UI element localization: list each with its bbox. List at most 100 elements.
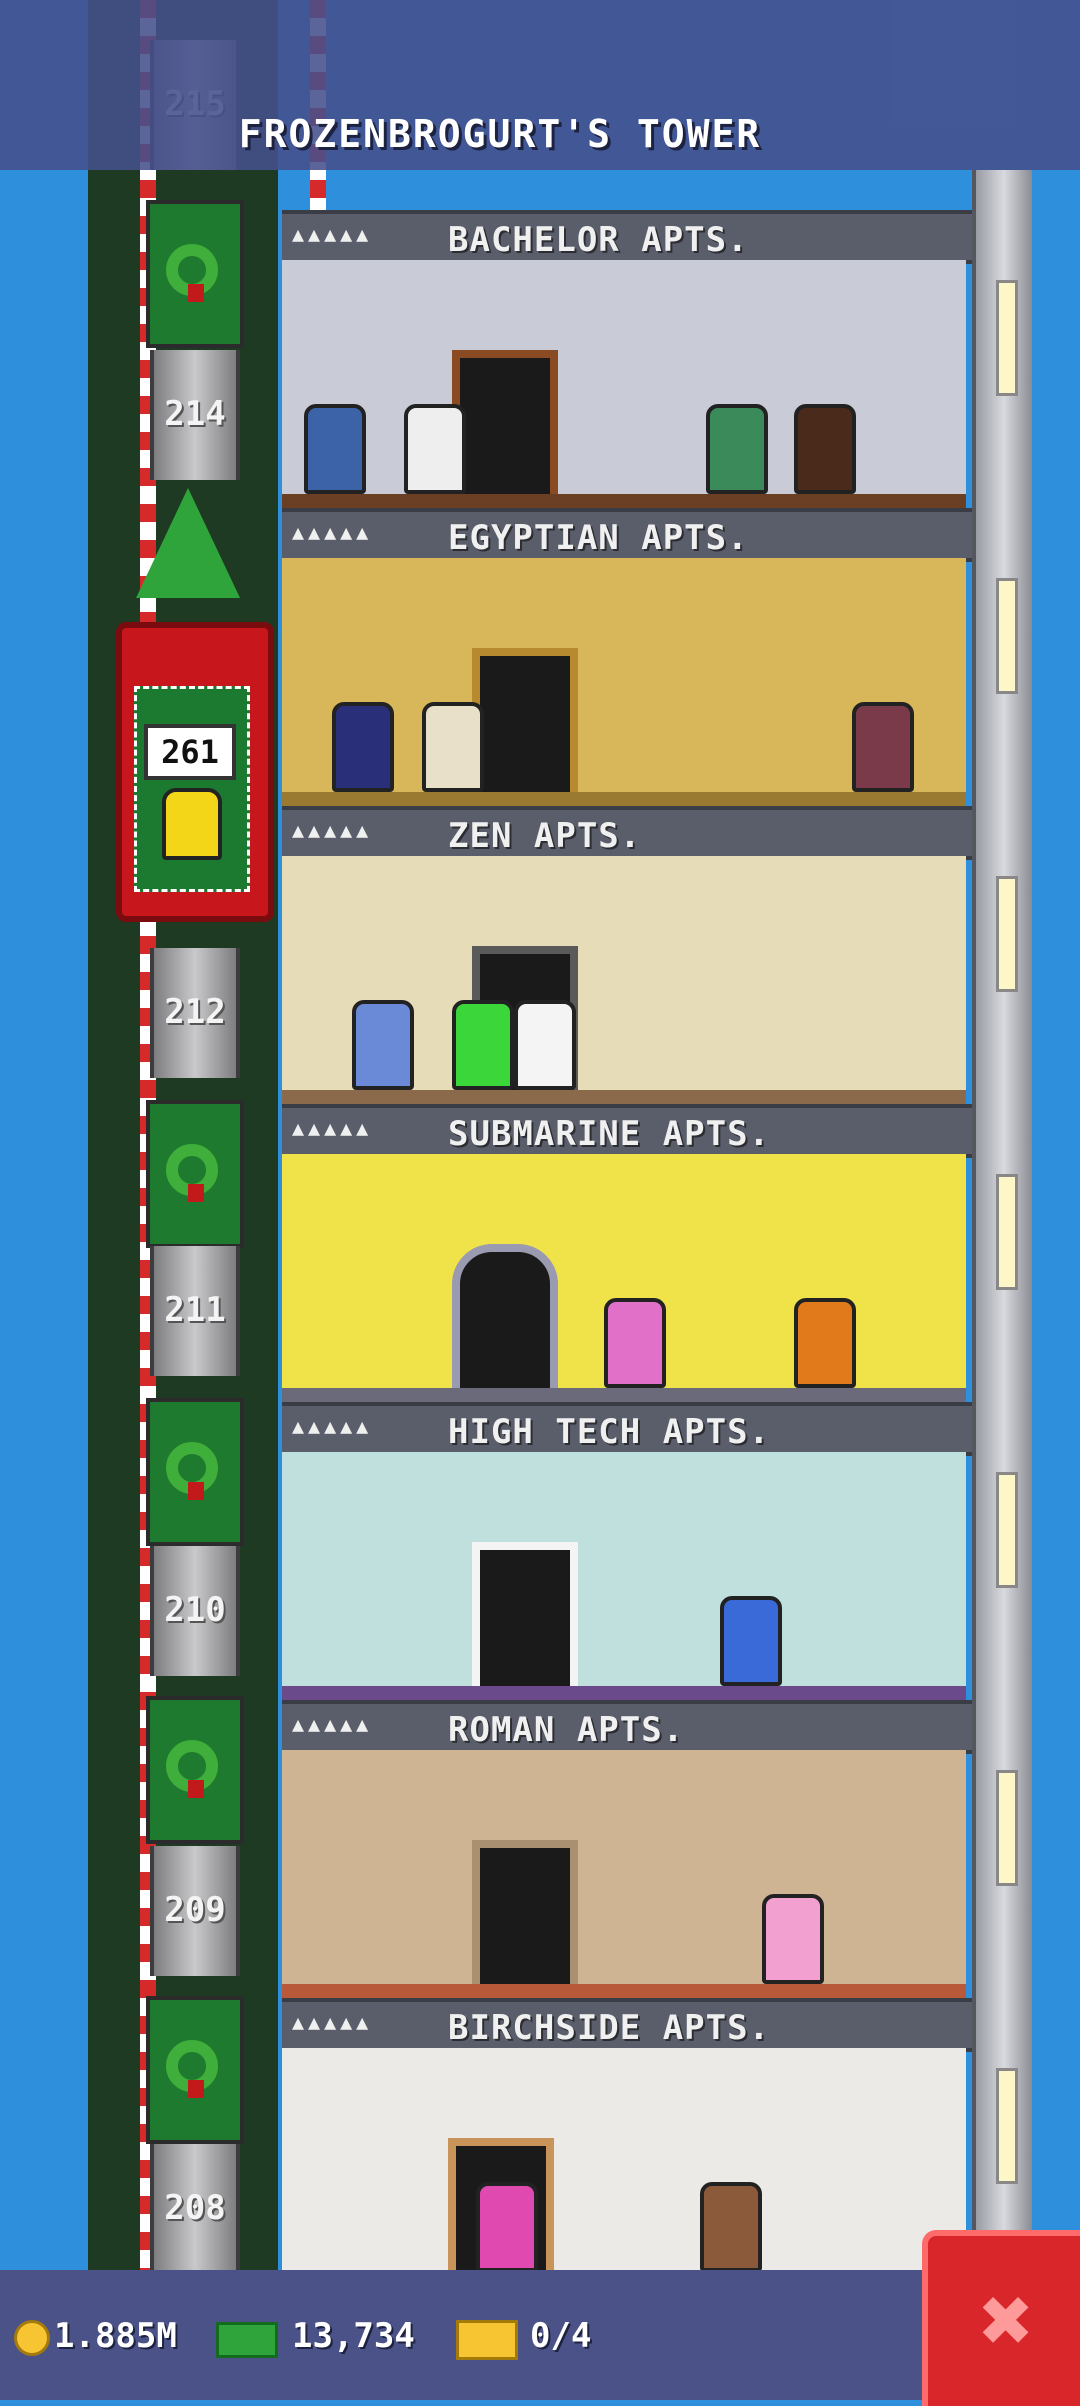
wreath-decoration bbox=[146, 1696, 244, 1844]
wall-lamp bbox=[996, 1174, 1018, 1290]
room-floor bbox=[282, 1388, 966, 1402]
wreath-icon bbox=[166, 1442, 218, 1500]
floor-stars: ▲▲▲▲▲ bbox=[292, 520, 373, 544]
floor-number: 208 bbox=[164, 2188, 226, 2228]
title-bar: FROZENBROGURT'S TOWER bbox=[0, 0, 1080, 170]
floor-label-strip: ▲▲▲▲▲ ZEN APTS. bbox=[282, 806, 972, 860]
floor-stars: ▲▲▲▲▲ bbox=[292, 2010, 373, 2034]
elevator-car[interactable]: 261 bbox=[116, 622, 274, 922]
resident[interactable] bbox=[706, 404, 768, 494]
wreath-icon bbox=[166, 1740, 218, 1798]
resident[interactable] bbox=[514, 1000, 576, 1090]
floor-stars: ▲▲▲▲▲ bbox=[292, 1712, 373, 1736]
resident[interactable] bbox=[476, 2182, 538, 2272]
status-bar: 1.885M 13,734 0/4 bbox=[0, 2270, 1080, 2400]
resident[interactable] bbox=[852, 702, 914, 792]
shaft-floor-211: 211 bbox=[150, 1246, 240, 1376]
room-floor bbox=[282, 1984, 966, 1998]
resident[interactable] bbox=[794, 404, 856, 494]
floor-label-strip: ▲▲▲▲▲ BACHELOR APTS. bbox=[282, 210, 972, 264]
close-button[interactable]: ✖ bbox=[922, 2230, 1080, 2406]
wall-lamp bbox=[996, 280, 1018, 396]
tickets-count: 0/4 bbox=[530, 2316, 592, 2356]
coin-icon bbox=[14, 2320, 50, 2356]
floor-stars: ▲▲▲▲▲ bbox=[292, 1414, 373, 1438]
floor-label-strip: ▲▲▲▲▲ SUBMARINE APTS. bbox=[282, 1104, 972, 1158]
room-interior bbox=[282, 2048, 966, 2294]
room-interior bbox=[282, 558, 966, 820]
bux-icon bbox=[216, 2322, 278, 2358]
floor-number: 209 bbox=[164, 1890, 226, 1930]
wall-lamp bbox=[996, 2068, 1018, 2184]
floor-number: 210 bbox=[164, 1590, 226, 1630]
wreath-icon bbox=[166, 1144, 218, 1202]
resident[interactable] bbox=[720, 1596, 782, 1686]
floor-stars: ▲▲▲▲▲ bbox=[292, 222, 373, 246]
wreath-decoration bbox=[146, 200, 244, 348]
elevator-counter: 261 bbox=[144, 724, 236, 780]
room-floor bbox=[282, 494, 966, 508]
floor-birchside-apts[interactable]: ▲▲▲▲▲ BIRCHSIDE APTS. bbox=[282, 1998, 972, 2296]
resident[interactable] bbox=[762, 1894, 824, 1984]
room-interior bbox=[282, 1750, 966, 2012]
resident[interactable] bbox=[304, 404, 366, 494]
wreath-decoration bbox=[146, 1996, 244, 2144]
room-interior bbox=[282, 1452, 966, 1714]
floor-name: HIGH TECH APTS. bbox=[448, 1412, 771, 1452]
floor-name: ZEN APTS. bbox=[448, 816, 642, 856]
floor-name: ROMAN APTS. bbox=[448, 1710, 685, 1750]
resident[interactable] bbox=[422, 702, 484, 792]
coins-count: 1.885M bbox=[54, 2316, 177, 2356]
bux-count: 13,734 bbox=[292, 2316, 415, 2356]
floor-number: 212 bbox=[164, 992, 226, 1032]
floor-roman-apts[interactable]: ▲▲▲▲▲ ROMAN APTS. bbox=[282, 1700, 972, 2012]
shaft-floor-214: 214 bbox=[150, 350, 240, 480]
floor-label-strip: ▲▲▲▲▲ EGYPTIAN APTS. bbox=[282, 508, 972, 562]
floor-submarine-apts[interactable]: ▲▲▲▲▲ SUBMARINE APTS. bbox=[282, 1104, 972, 1416]
resident[interactable] bbox=[604, 1298, 666, 1388]
elevator-passenger[interactable] bbox=[162, 788, 222, 860]
wreath-icon bbox=[166, 244, 218, 302]
floor-name: BIRCHSIDE APTS. bbox=[448, 2008, 771, 2048]
resident[interactable] bbox=[352, 1000, 414, 1090]
floor-label-strip: ▲▲▲▲▲ HIGH TECH APTS. bbox=[282, 1402, 972, 1456]
floor-name: BACHELOR APTS. bbox=[448, 220, 749, 260]
floor-zen-apts[interactable]: ▲▲▲▲▲ ZEN APTS. bbox=[282, 806, 972, 1118]
shaft-floor-212: 212 bbox=[150, 948, 240, 1078]
shaft-floor-208: 208 bbox=[150, 2144, 240, 2274]
resident[interactable] bbox=[404, 404, 466, 494]
floor-name: SUBMARINE APTS. bbox=[448, 1114, 771, 1154]
floor-number: 214 bbox=[164, 394, 226, 434]
floor-bachelor-apts[interactable]: ▲▲▲▲▲ BACHELOR APTS. bbox=[282, 210, 972, 522]
floor-stars: ▲▲▲▲▲ bbox=[292, 818, 373, 842]
resident[interactable] bbox=[452, 1000, 514, 1090]
wall-lamp bbox=[996, 1770, 1018, 1886]
floor-number: 211 bbox=[164, 1290, 226, 1330]
room-interior bbox=[282, 856, 966, 1118]
wreath-decoration bbox=[146, 1100, 244, 1248]
wall-lamp bbox=[996, 578, 1018, 694]
ticket-icon bbox=[456, 2320, 518, 2360]
room-floor bbox=[282, 792, 966, 806]
wreath-icon bbox=[166, 2040, 218, 2098]
building-right-wall bbox=[972, 170, 1032, 2270]
room-interior bbox=[282, 1154, 966, 1416]
christmas-tree-icon bbox=[136, 488, 240, 598]
floor-label-strip: ▲▲▲▲▲ BIRCHSIDE APTS. bbox=[282, 1998, 972, 2052]
shaft-floor-209: 209 bbox=[150, 1846, 240, 1976]
floor-egyptian-apts[interactable]: ▲▲▲▲▲ EGYPTIAN APTS. bbox=[282, 508, 972, 820]
room-interior bbox=[282, 260, 966, 522]
close-icon: ✖ bbox=[979, 2268, 1035, 2373]
floor-name: EGYPTIAN APTS. bbox=[448, 518, 749, 558]
floor-stars: ▲▲▲▲▲ bbox=[292, 1116, 373, 1140]
tower-building: ▲▲▲▲▲ BACHELOR APTS. ▲▲▲▲▲ EGYPTIAN APTS… bbox=[282, 170, 972, 2294]
wall-lamp bbox=[996, 1472, 1018, 1588]
floor-label-strip: ▲▲▲▲▲ ROMAN APTS. bbox=[282, 1700, 972, 1754]
room-floor bbox=[282, 1686, 966, 1700]
resident[interactable] bbox=[700, 2182, 762, 2272]
room-floor bbox=[282, 1090, 966, 1104]
floor-high-tech-apts[interactable]: ▲▲▲▲▲ HIGH TECH APTS. bbox=[282, 1402, 972, 1714]
wreath-decoration bbox=[146, 1398, 244, 1546]
resident[interactable] bbox=[794, 1298, 856, 1388]
resident[interactable] bbox=[332, 702, 394, 792]
